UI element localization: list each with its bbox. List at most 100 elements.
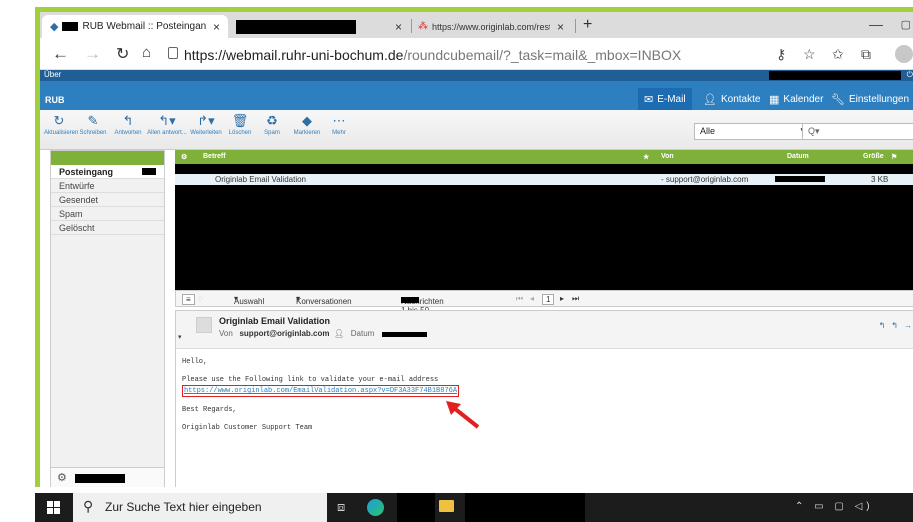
sidebar-header xyxy=(51,151,164,165)
sender-avatar xyxy=(196,317,212,333)
tab-settings[interactable]: 🔧︎ Einstellungen xyxy=(825,88,913,110)
refresh-button[interactable]: ↻ Aktualisieren xyxy=(44,112,78,136)
mark-label: Markieren xyxy=(293,130,321,136)
tab-close-icon[interactable]: × xyxy=(557,20,564,34)
mark-button[interactable]: ◆ Markieren xyxy=(290,112,324,136)
folder-trash[interactable]: Gelöscht xyxy=(51,221,164,235)
home-icon[interactable]: ⌂ xyxy=(142,44,151,61)
column-date[interactable]: Datum xyxy=(787,153,809,160)
tab-contacts[interactable]: 👤︎ Kontakte xyxy=(697,88,766,110)
next-page-icon[interactable]: ▸ xyxy=(560,294,564,303)
reply-button[interactable]: ↰ Antworten xyxy=(112,112,144,136)
collections-icon[interactable]: ⧉ xyxy=(861,46,871,63)
page-number[interactable]: 1 xyxy=(542,294,555,305)
back-arrow-icon[interactable]: ← xyxy=(52,44,69,64)
tab-calendar[interactable]: ▦ Kalender xyxy=(763,88,829,110)
threads-icon[interactable]: ◌ xyxy=(198,294,203,303)
redacted-block xyxy=(775,176,825,182)
first-page-icon[interactable]: ⏮ xyxy=(516,294,523,304)
refresh-icon: ↻ xyxy=(53,113,65,128)
system-tray-icons[interactable]: ⌃ ▭ ▢ ◁) xyxy=(795,501,874,512)
folder-inbox[interactable]: Posteingang xyxy=(51,165,164,179)
column-from[interactable]: Von xyxy=(661,153,674,160)
folder-drafts[interactable]: Entwürfe xyxy=(51,179,164,193)
key-icon[interactable]: ⚷ xyxy=(776,46,786,63)
reply-actions-icon[interactable]: ↰↰→ xyxy=(879,321,913,330)
threads-menu[interactable]: Konversationen ▾ xyxy=(296,294,352,306)
column-size[interactable]: Größe xyxy=(863,153,884,160)
file-explorer-icon[interactable] xyxy=(439,500,454,512)
last-page-icon[interactable]: ⏭ xyxy=(572,294,579,304)
tab-email-label: E-Mail xyxy=(657,93,686,105)
compose-button[interactable]: ✎ Schreiben xyxy=(78,112,108,136)
forward-arrow-icon[interactable]: → xyxy=(84,44,101,64)
reply-all-label: Allen antwort... xyxy=(147,130,187,136)
validation-link[interactable]: https://www.originlab.com/EmailValidatio… xyxy=(182,385,460,397)
tab-email[interactable]: ✉ E-Mail xyxy=(638,88,692,110)
tab-webmail[interactable]: ◆ RUB Webmail :: Posteingan × xyxy=(42,15,228,38)
filter-select[interactable]: Alle ▾ xyxy=(694,123,812,140)
edge-browser-icon[interactable] xyxy=(367,499,384,516)
minimize-button[interactable]: — xyxy=(869,16,883,32)
tab-redacted[interactable]: × xyxy=(230,15,410,38)
search-input[interactable]: Q▾ xyxy=(802,123,913,140)
lock-icon[interactable] xyxy=(168,47,178,59)
taskbar-search-input[interactable]: ⚲ Zur Suche Text hier eingeben xyxy=(73,493,327,522)
logout-icon[interactable]: ⏻ xyxy=(907,70,913,80)
pencil-icon: ✎ xyxy=(87,113,99,128)
forward-button[interactable]: ↱▾ Weiterleiten xyxy=(188,112,224,136)
tab-close-icon[interactable]: × xyxy=(213,20,220,34)
windows-start-icon[interactable] xyxy=(47,501,60,514)
column-subject[interactable]: Betreff xyxy=(203,153,226,160)
reply-icon: ↰ xyxy=(122,113,134,128)
webmail-top-strip: Über ⏻ xyxy=(40,70,913,81)
browser-tab-bar: ◆ RUB Webmail :: Posteingan × × ⁂ https:… xyxy=(40,12,913,38)
redacted-block xyxy=(75,474,125,483)
date-label: Datum xyxy=(350,329,375,338)
windows-taskbar: ⚲ Zur Suche Text hier eingeben ⧈ ⌃ ▭ ▢ ◁… xyxy=(35,493,913,522)
tab-close-icon[interactable]: × xyxy=(395,20,402,34)
reload-icon[interactable]: ↻ xyxy=(116,44,129,64)
search-icon: ⚲ xyxy=(83,498,94,514)
task-view-icon[interactable]: ⧈ xyxy=(337,499,345,515)
delete-button[interactable]: 🗑︎ Löschen xyxy=(226,112,254,136)
favorites-icon[interactable]: ✩ xyxy=(832,46,844,63)
tab-contacts-label: Kontakte xyxy=(720,93,761,105)
more-button[interactable]: ⋯ Mehr xyxy=(326,112,352,136)
add-contact-icon[interactable]: 👤︎ xyxy=(334,329,344,338)
tab-originlab[interactable]: ⁂ https://www.originlab.com/restr × xyxy=(412,15,572,38)
sidebar-footer: ⚙ xyxy=(51,467,164,487)
tab-webmail-label: RUB Webmail :: Posteingan xyxy=(82,21,207,32)
about-link[interactable]: Über xyxy=(44,70,61,79)
url-field[interactable]: https://webmail.ruhr-uni-bochum.de/round… xyxy=(184,47,681,63)
tab-originlab-label: https://www.originlab.com/restr xyxy=(432,21,550,32)
message-from: Von support@originlab.com 👤︎ Datum xyxy=(219,329,374,338)
folder-sidebar: Posteingang Entwürfe Gesendet Spam Gelös… xyxy=(50,150,165,487)
table-row[interactable]: Originlab Email Validation - support@ori… xyxy=(175,174,913,185)
forward-label: Weiterleiten xyxy=(190,130,222,136)
spam-button[interactable]: ♻ Spam xyxy=(258,112,286,136)
maximize-button[interactable]: ▢ xyxy=(901,18,911,31)
gear-icon[interactable]: ⚙ xyxy=(57,471,67,484)
select-menu[interactable]: Auswahl ▾ xyxy=(234,294,264,306)
reply-label: Antworten xyxy=(114,130,142,136)
profile-avatar[interactable] xyxy=(895,45,913,63)
body-greeting: Hello, xyxy=(182,358,208,366)
spam-label: Spam xyxy=(264,130,280,136)
sender-address[interactable]: support@originlab.com xyxy=(239,329,329,338)
read-aloud-icon[interactable]: ☆ xyxy=(803,46,816,63)
unread-count-badge xyxy=(142,168,156,175)
new-tab-button[interactable]: + xyxy=(583,16,592,34)
folder-inbox-label: Posteingang xyxy=(59,167,114,177)
folder-sent[interactable]: Gesendet xyxy=(51,193,164,207)
select-label: Auswahl xyxy=(234,297,265,306)
thread-options-icon[interactable]: ⚙ xyxy=(181,153,187,161)
reply-all-button[interactable]: ↰▾ Allen antwort... xyxy=(146,112,188,136)
previous-page-icon[interactable]: ◂ xyxy=(530,294,534,303)
chevron-down-icon[interactable]: ▾ xyxy=(178,333,182,341)
folder-spam[interactable]: Spam xyxy=(51,207,164,221)
list-options-icon[interactable]: ≡ xyxy=(182,294,195,305)
screenshot-background: ◆ RUB Webmail :: Posteingan × × ⁂ https:… xyxy=(0,0,913,522)
calendar-icon: ▦ xyxy=(769,93,780,106)
body-regards: Best Regards, xyxy=(182,406,237,414)
